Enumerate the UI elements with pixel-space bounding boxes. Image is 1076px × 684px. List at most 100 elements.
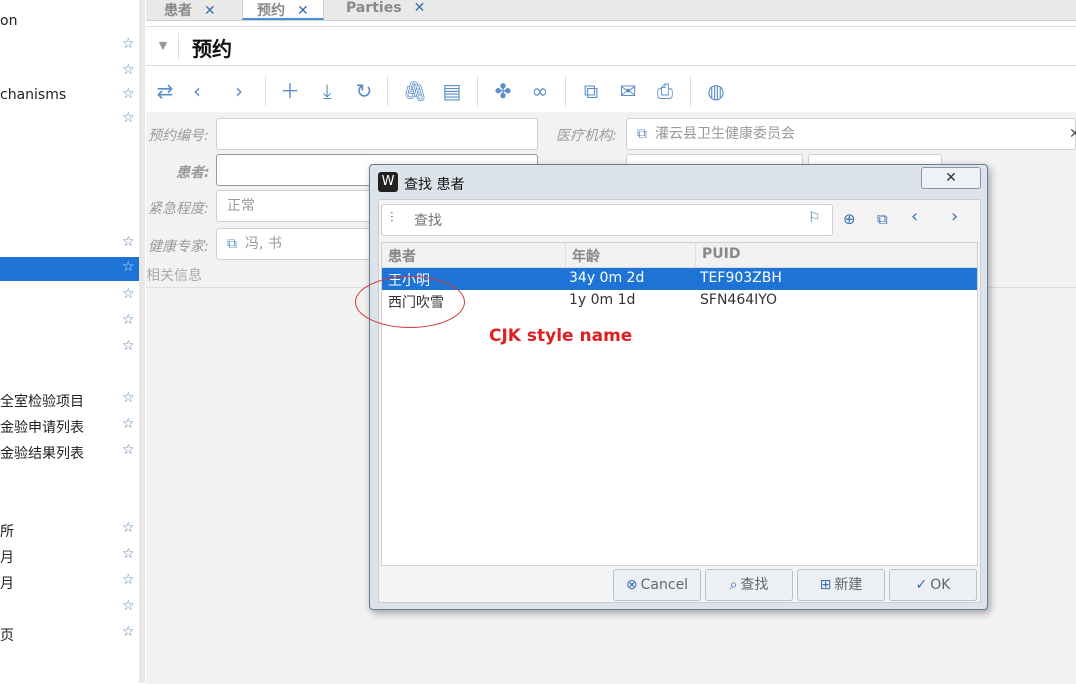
paperclip-icon[interactable]: 🖇 bbox=[402, 78, 428, 104]
search-button[interactable]: ⌕ 查找 bbox=[705, 569, 793, 601]
tab-appointment[interactable]: 预约 ✕ bbox=[242, 0, 324, 20]
bookmarks-icon[interactable]: ⧉ bbox=[877, 210, 888, 228]
clear-icon[interactable]: ✕ bbox=[1069, 119, 1076, 149]
appointment-no-input[interactable] bbox=[216, 118, 538, 150]
cancel-button[interactable]: ⊗ Cancel bbox=[613, 569, 701, 601]
search-box[interactable]: ⫶ ⚐ bbox=[381, 204, 833, 236]
star-icon[interactable]: ☆ bbox=[122, 259, 135, 275]
star-icon[interactable]: ☆ bbox=[122, 546, 135, 562]
star-icon[interactable]: ☆ bbox=[122, 312, 135, 328]
column-header-puid[interactable]: PUID bbox=[702, 246, 740, 262]
star-icon[interactable]: ☆ bbox=[122, 572, 135, 588]
star-icon[interactable]: ☆ bbox=[122, 338, 135, 354]
sidebar-item[interactable]: ☆ bbox=[0, 108, 140, 132]
globe-icon[interactable]: ◍ bbox=[703, 78, 729, 104]
sidebar-item[interactable]: ☆ bbox=[0, 336, 140, 360]
sidebar-item[interactable]: 金验申请列表 ☆ bbox=[0, 414, 140, 438]
cell-age: 1y 0m 1d bbox=[569, 292, 636, 308]
search-icon: ⌕ bbox=[729, 577, 738, 593]
mail-icon[interactable]: ✉ bbox=[615, 78, 641, 104]
column-header-patient[interactable]: 患者 bbox=[388, 246, 416, 266]
new-button[interactable]: ⊞ 新建 bbox=[797, 569, 885, 601]
ok-button[interactable]: ✓ OK bbox=[889, 569, 977, 601]
sidebar-item[interactable]: 金验结果列表 ☆ bbox=[0, 440, 140, 464]
page-title: 预约 bbox=[192, 37, 232, 61]
chevron-right-icon[interactable]: › bbox=[226, 78, 252, 104]
star-icon[interactable]: ☆ bbox=[122, 416, 135, 432]
close-icon[interactable]: ✕ bbox=[297, 3, 309, 19]
star-icon[interactable]: ☆ bbox=[122, 598, 135, 614]
star-icon[interactable]: ☆ bbox=[122, 36, 135, 52]
title-row: ▼ 预约 bbox=[146, 26, 1076, 66]
bookmark-icon[interactable]: ⚐ bbox=[808, 210, 821, 226]
table-row[interactable]: 王小明 34y 0m 2d TEF903ZBH bbox=[382, 268, 977, 290]
download-icon[interactable]: ⤓ bbox=[314, 78, 340, 104]
star-icon[interactable]: ☆ bbox=[122, 62, 135, 78]
sidebar-item-selected[interactable]: ☆ bbox=[0, 257, 140, 281]
sidebar-item[interactable]: 所 ☆ bbox=[0, 518, 140, 542]
save-search-icon[interactable]: ⊕ bbox=[843, 210, 856, 228]
column-header-age[interactable]: 年龄 bbox=[572, 246, 600, 266]
external-link-icon[interactable]: ⧉ bbox=[578, 78, 604, 104]
star-icon[interactable]: ☆ bbox=[122, 234, 135, 250]
star-icon[interactable]: ☆ bbox=[122, 390, 135, 406]
chevron-left-icon[interactable]: ‹ bbox=[911, 206, 918, 227]
tab-parties[interactable]: Parties ✕ bbox=[346, 0, 425, 20]
table-row[interactable]: 西门吹雪 1y 0m 1d SFN464IYO bbox=[382, 290, 977, 312]
add-icon[interactable]: ＋ bbox=[277, 78, 303, 104]
annotation-text: CJK style name bbox=[489, 326, 633, 346]
refresh-icon[interactable]: ↻ bbox=[351, 78, 377, 104]
cell-puid: SFN464IYO bbox=[700, 292, 778, 308]
star-icon[interactable]: ☆ bbox=[122, 286, 135, 302]
sidebar-item[interactable]: chanisms ☆ bbox=[0, 84, 140, 108]
close-icon[interactable]: ✕ bbox=[414, 0, 426, 16]
urgency-label: 紧急程度: bbox=[148, 201, 209, 217]
star-icon[interactable]: ☆ bbox=[122, 442, 135, 458]
swap-icon[interactable]: ⇄ bbox=[152, 78, 178, 104]
dialog-titlebar[interactable]: W 查找 患者 ✕ bbox=[370, 165, 987, 199]
sidebar-item[interactable]: ☆ bbox=[0, 232, 140, 256]
tab-patients[interactable]: 患者 ✕ bbox=[164, 0, 216, 20]
print-icon[interactable]: ⎙ bbox=[652, 78, 678, 104]
facility-input[interactable]: ⧉ 灌云县卫生健康委员会 ✕ bbox=[626, 118, 1076, 150]
sidebar-item[interactable]: ☆ bbox=[0, 596, 140, 620]
comment-icon[interactable]: ▤ bbox=[439, 78, 465, 104]
sidebar-item-label: 全室检验项目 bbox=[0, 394, 84, 410]
chevron-left-icon[interactable]: ‹ bbox=[184, 78, 210, 104]
sidebar-item[interactable]: 月 ☆ bbox=[0, 570, 140, 594]
chevron-down-icon[interactable]: ▼ bbox=[148, 33, 179, 59]
search-input[interactable] bbox=[412, 209, 796, 233]
table-header: 患者 年龄 PUID bbox=[382, 243, 977, 268]
tab-label: Parties bbox=[346, 0, 402, 16]
fan-icon[interactable]: ✤ bbox=[490, 78, 516, 104]
sidebar-item[interactable]: ☆ bbox=[0, 310, 140, 334]
sidebar-item[interactable]: ☆ bbox=[0, 284, 140, 308]
button-label: Cancel bbox=[640, 577, 689, 593]
sidebar-item-label: 月 bbox=[0, 550, 14, 566]
sidebar-item[interactable]: ☆ bbox=[0, 60, 140, 84]
find-patient-dialog: W 查找 患者 ✕ ⫶ ⚐ ⊕ ⧉ ‹ › 患者 年龄 PUID 王小明 34y… bbox=[369, 164, 988, 610]
star-icon[interactable]: ☆ bbox=[122, 86, 135, 102]
dialog-button-bar: ⊗ Cancel ⌕ 查找 ⊞ 新建 ✓ OK bbox=[379, 566, 980, 602]
star-icon[interactable]: ☆ bbox=[122, 110, 135, 126]
sidebar-item-label: on bbox=[0, 13, 18, 29]
sidebar-item[interactable]: 页 ☆ bbox=[0, 622, 140, 646]
star-icon[interactable]: ☆ bbox=[122, 520, 135, 536]
sidebar-item[interactable]: 全室检验项目 ☆ bbox=[0, 388, 140, 412]
external-link-icon[interactable]: ⧉ bbox=[227, 236, 237, 252]
button-label: 新建 bbox=[834, 577, 863, 593]
close-button[interactable]: ✕ bbox=[921, 167, 981, 189]
specialist-value: 冯, 书 bbox=[245, 236, 282, 252]
sidebar-item[interactable]: on bbox=[0, 10, 140, 34]
sidebar-item[interactable]: ☆ bbox=[0, 34, 140, 58]
star-icon[interactable]: ☆ bbox=[122, 624, 135, 640]
sidebar-item[interactable]: 月 ☆ bbox=[0, 544, 140, 568]
link-icon[interactable]: ∞ bbox=[527, 78, 553, 104]
chevron-right-icon[interactable]: › bbox=[951, 206, 958, 227]
specialist-label: 健康专家: bbox=[148, 239, 209, 255]
sidebar-item-label: chanisms bbox=[0, 87, 67, 103]
close-icon[interactable]: ✕ bbox=[204, 3, 216, 19]
sidebar-scrollbar[interactable] bbox=[139, 0, 145, 683]
external-link-icon[interactable]: ⧉ bbox=[637, 126, 647, 142]
annotation-ellipse bbox=[355, 276, 465, 328]
